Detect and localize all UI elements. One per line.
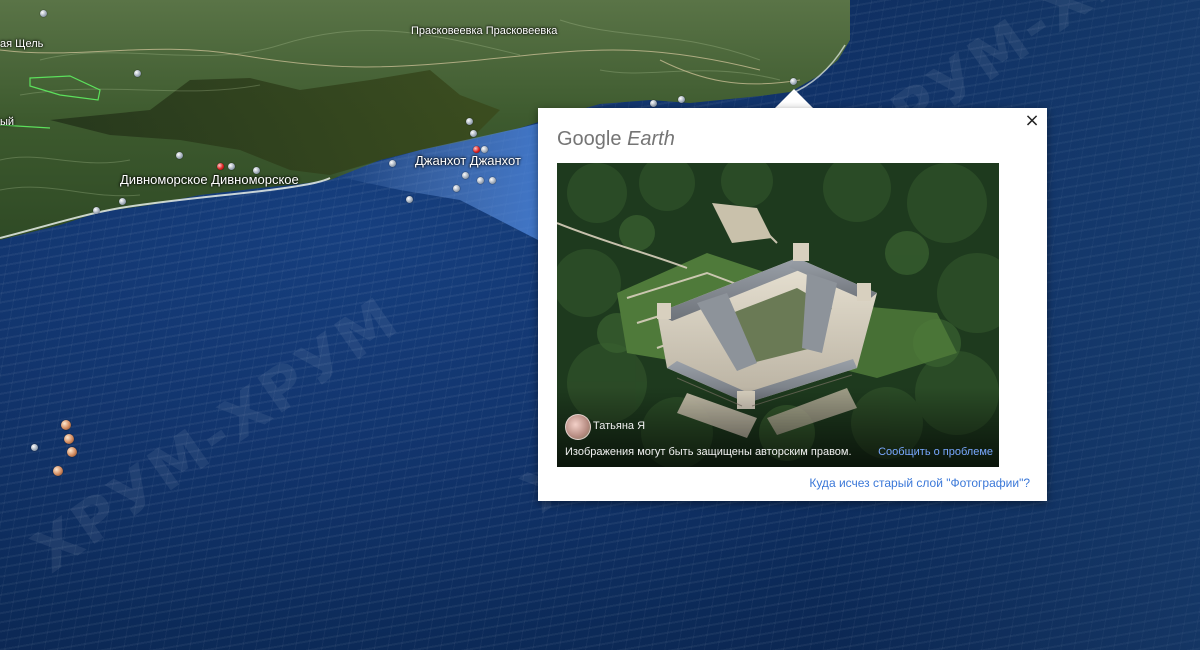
place-pin-icon[interactable] bbox=[470, 130, 477, 137]
photo-marker-icon[interactable] bbox=[53, 466, 63, 476]
photo-image[interactable]: Татьяна Я Изображения могут быть защищен… bbox=[557, 163, 999, 467]
copyright-notice: Изображения могут быть защищены авторски… bbox=[565, 446, 852, 458]
place-pin-icon[interactable] bbox=[473, 146, 480, 153]
place-pin-icon[interactable] bbox=[477, 177, 484, 184]
place-pin-icon[interactable] bbox=[466, 118, 473, 125]
author-name[interactable]: Татьяна Я bbox=[593, 420, 645, 432]
place-label-shchel[interactable]: ая Щель bbox=[0, 38, 43, 50]
place-pin-icon[interactable] bbox=[678, 96, 685, 103]
photo-marker-icon[interactable] bbox=[67, 447, 77, 457]
close-icon[interactable]: × bbox=[1021, 110, 1043, 132]
place-pin-icon[interactable] bbox=[228, 163, 235, 170]
place-pin-icon[interactable] bbox=[462, 172, 469, 179]
place-pin-icon[interactable] bbox=[119, 198, 126, 205]
photo-popup: × Google Earth Татьяна Я Изображения мог… bbox=[538, 108, 1047, 501]
photo-marker-icon[interactable] bbox=[61, 420, 71, 430]
place-pin-icon[interactable] bbox=[134, 70, 141, 77]
place-pin-icon[interactable] bbox=[217, 163, 224, 170]
brand-earth: Earth bbox=[627, 128, 675, 150]
place-pin-icon[interactable] bbox=[253, 167, 260, 174]
place-pin-icon[interactable] bbox=[40, 10, 47, 17]
place-pin-icon[interactable] bbox=[389, 160, 396, 167]
place-pin-icon[interactable] bbox=[650, 100, 657, 107]
popup-caret bbox=[775, 89, 813, 108]
place-pin-icon[interactable] bbox=[176, 152, 183, 159]
place-label-praskoveevka[interactable]: Прасковеевка Прасковеевка bbox=[411, 25, 557, 37]
place-pin-icon[interactable] bbox=[790, 78, 797, 85]
author-avatar[interactable] bbox=[565, 414, 591, 440]
old-photos-layer-link[interactable]: Куда исчез старый слой "Фотографии"? bbox=[809, 476, 1030, 490]
place-label-yy[interactable]: ый bbox=[0, 116, 14, 128]
photo-marker-icon[interactable] bbox=[64, 434, 74, 444]
report-problem-link[interactable]: Сообщить о проблеме bbox=[878, 446, 993, 458]
place-pin-icon[interactable] bbox=[406, 196, 413, 203]
place-label-dzhankhot[interactable]: Джанхот Джанхот bbox=[415, 153, 521, 168]
place-pin-icon[interactable] bbox=[481, 146, 488, 153]
place-pin-icon[interactable] bbox=[453, 185, 460, 192]
brand-google: Google bbox=[557, 128, 622, 150]
google-earth-logo: Google Earth bbox=[557, 128, 675, 151]
place-label-divnomorskoe[interactable]: Дивноморское Дивноморское bbox=[120, 172, 299, 187]
place-pin-icon[interactable] bbox=[489, 177, 496, 184]
photo-marker-icon[interactable] bbox=[31, 444, 38, 451]
place-pin-icon[interactable] bbox=[93, 207, 100, 214]
